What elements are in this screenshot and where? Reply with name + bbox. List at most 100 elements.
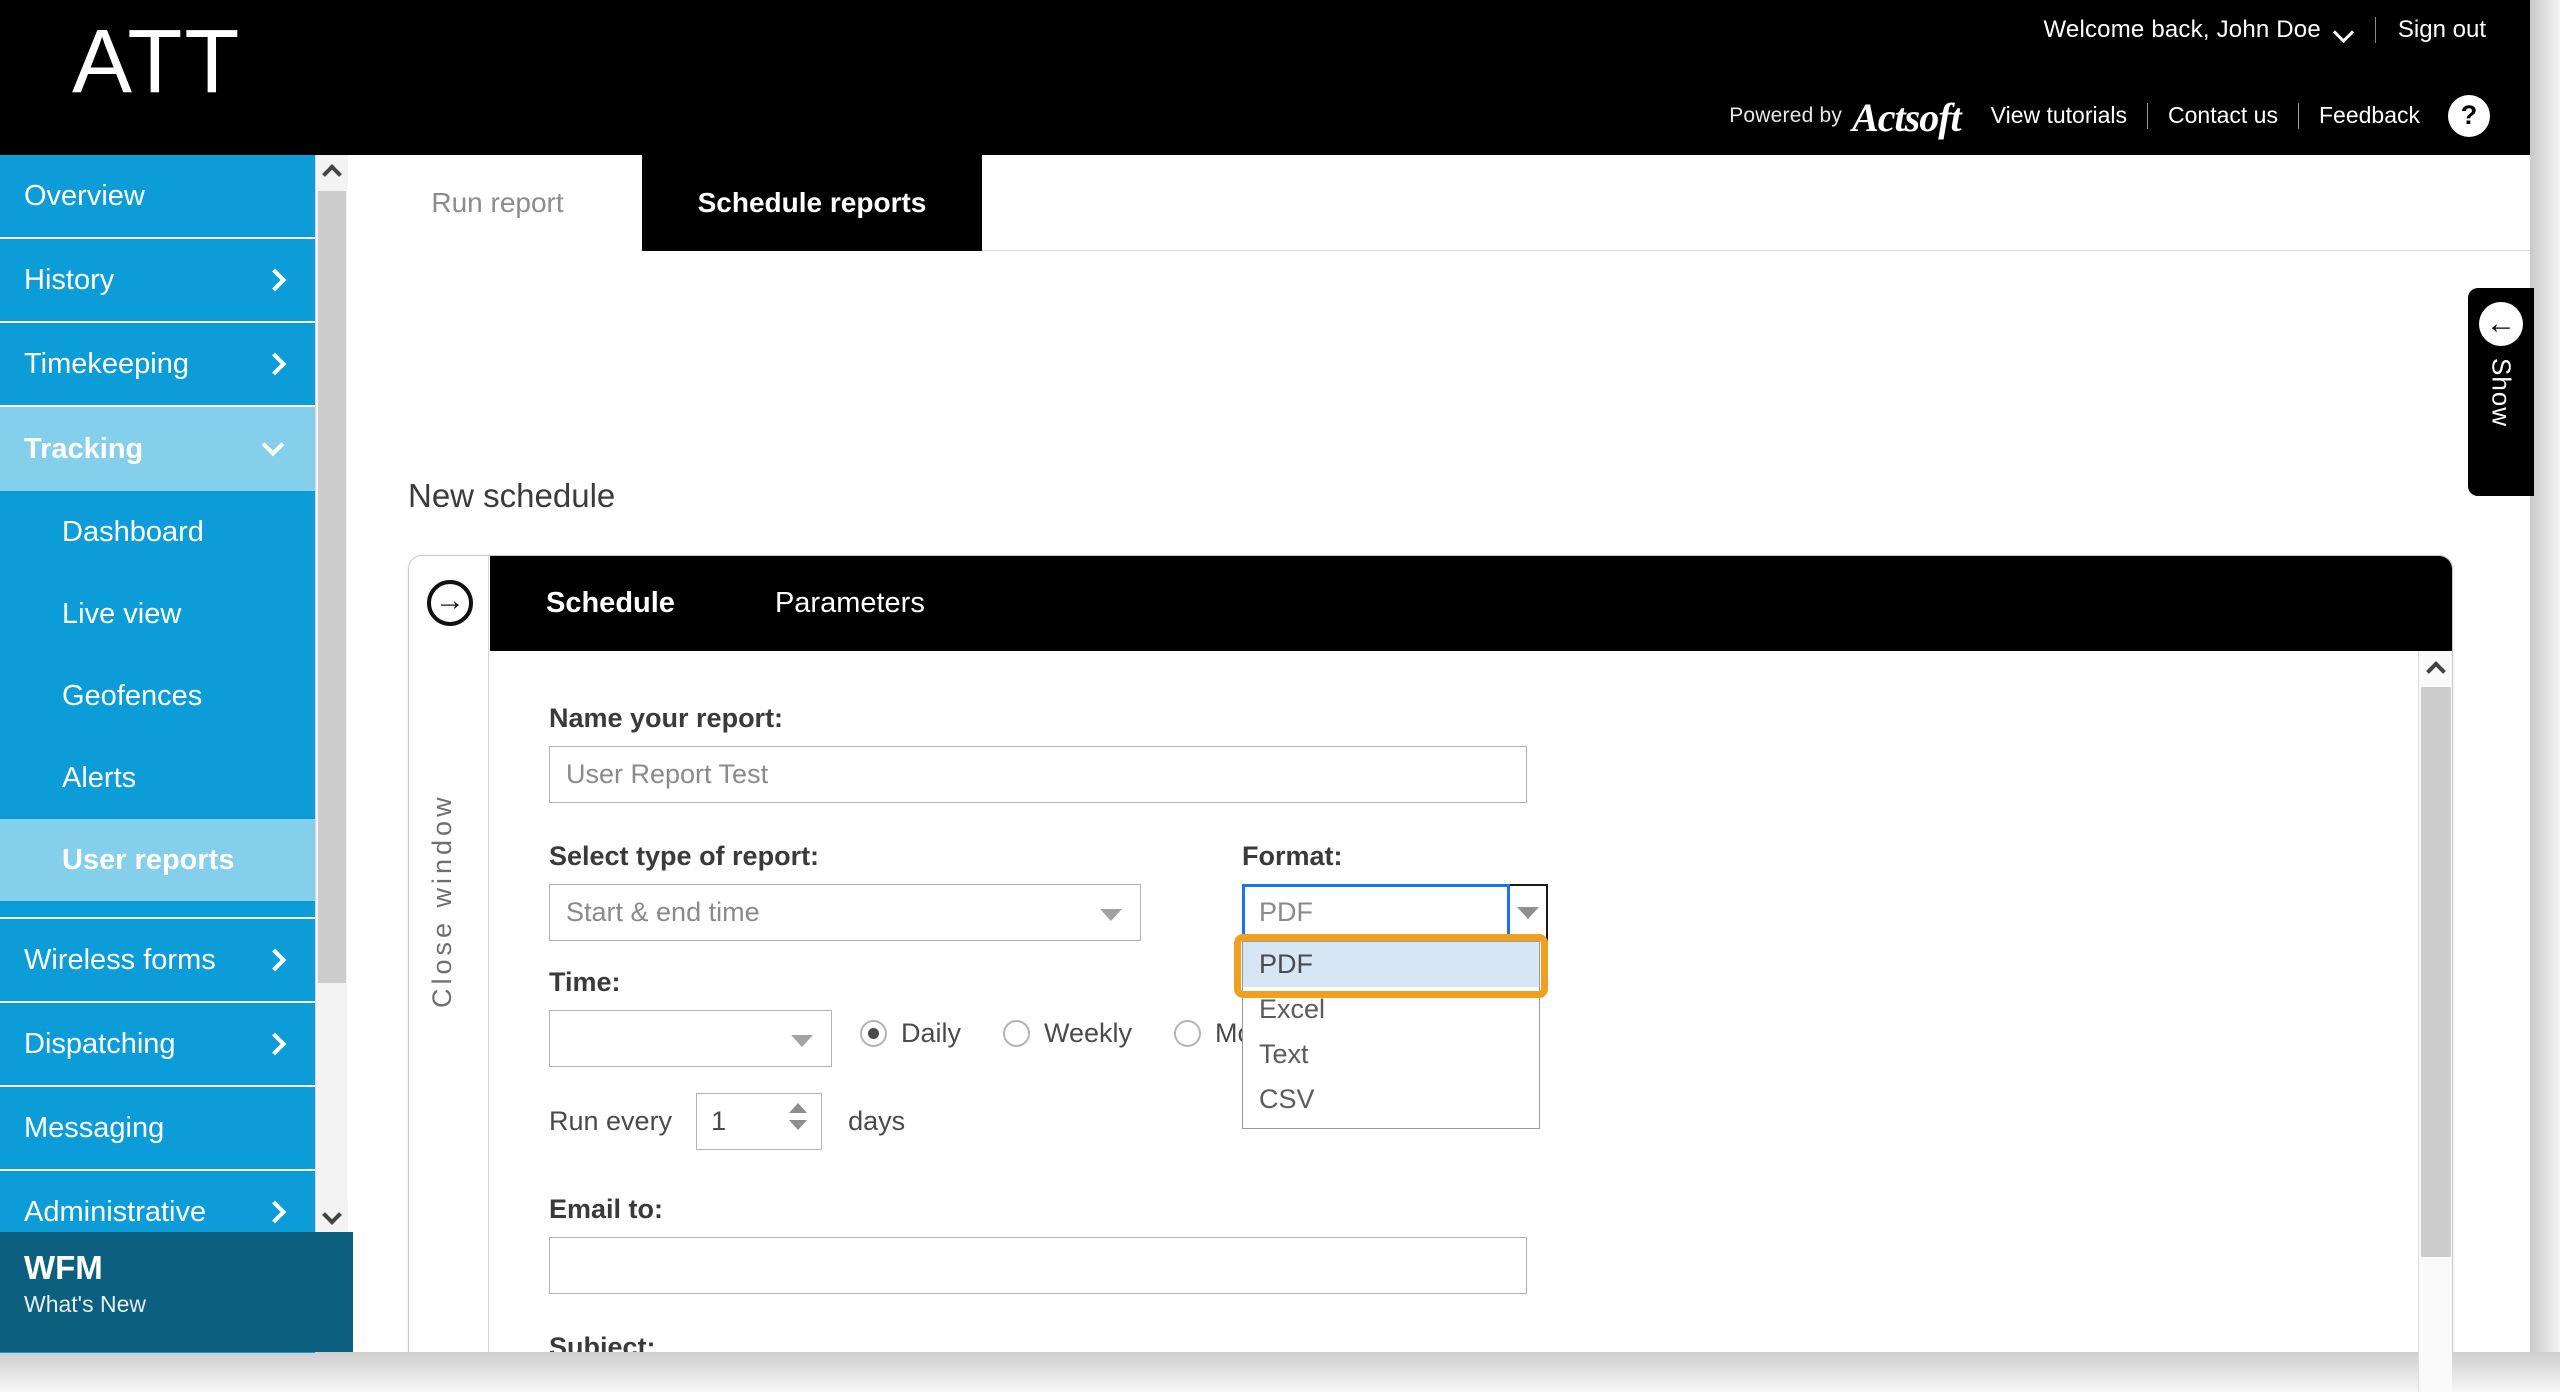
sidebar-item-geofences[interactable]: Geofences bbox=[0, 655, 315, 737]
page-scrollbar-right[interactable] bbox=[2530, 0, 2560, 1392]
format-option-text[interactable]: Text bbox=[1243, 1032, 1539, 1077]
chevron-down-icon bbox=[791, 1035, 813, 1047]
sidebar-item-timekeeping[interactable]: Timekeeping bbox=[0, 323, 315, 407]
format-selected-value[interactable]: PDF bbox=[1242, 884, 1510, 941]
sidebar-item-label: Dispatching bbox=[24, 1027, 176, 1060]
modal-tab-schedule[interactable]: Schedule bbox=[546, 587, 675, 620]
radio-weekly-label: Weekly bbox=[1044, 1018, 1133, 1048]
welcome-label[interactable]: Welcome back, John Doe bbox=[2043, 16, 2320, 44]
sidebar-item-label: Wireless forms bbox=[24, 943, 216, 976]
header-divider bbox=[2147, 102, 2149, 129]
field-format: Format: PDF PDF Excel Text CSV bbox=[1234, 841, 1548, 1129]
sidebar-item-label: Geofences bbox=[62, 679, 203, 712]
format-option-csv[interactable]: CSV bbox=[1243, 1077, 1539, 1122]
close-window-rail[interactable]: → Close window bbox=[409, 556, 489, 1392]
sign-out-link[interactable]: Sign out bbox=[2398, 16, 2486, 44]
schedule-form: Name your report: User Report Test Selec… bbox=[490, 651, 2410, 1392]
sidebar-item-messaging[interactable]: Messaging bbox=[0, 1087, 315, 1171]
sidebar-item-live-view[interactable]: Live view bbox=[0, 573, 315, 655]
radio-dot-icon bbox=[1174, 1020, 1202, 1047]
field-email-to: Email to: bbox=[549, 1194, 2410, 1294]
chevron-down-icon[interactable] bbox=[2335, 25, 2353, 35]
sidebar-item-label: History bbox=[24, 263, 115, 296]
sidebar-item-wireless-forms[interactable]: Wireless forms bbox=[0, 919, 315, 1003]
sidebar-group-spacer bbox=[0, 901, 315, 919]
report-type-select[interactable]: Start & end time bbox=[549, 884, 1141, 941]
show-panel-label: Show bbox=[2486, 358, 2517, 428]
header-divider bbox=[2374, 17, 2376, 43]
stepper-down-icon[interactable] bbox=[789, 1120, 808, 1130]
format-option-excel[interactable]: Excel bbox=[1243, 987, 1539, 1032]
sidebar-item-label: Timekeeping bbox=[24, 347, 189, 380]
run-every-label: Run every bbox=[549, 1106, 673, 1136]
chevron-right-icon bbox=[263, 948, 287, 972]
sidebar-item-label: Dashboard bbox=[62, 515, 204, 548]
radio-weekly[interactable]: Weekly bbox=[1003, 1018, 1132, 1049]
chevron-right-icon bbox=[263, 352, 287, 376]
modal-body: Name your report: User Report Test Selec… bbox=[490, 651, 2452, 1392]
chevron-down-icon bbox=[261, 433, 285, 457]
view-tutorials-link[interactable]: View tutorials bbox=[1991, 102, 2127, 129]
close-window-icon[interactable]: → bbox=[427, 580, 473, 626]
powered-by-label: Powered by bbox=[1729, 103, 1843, 127]
radio-dot-icon bbox=[1003, 1020, 1031, 1047]
time-select[interactable] bbox=[549, 1010, 832, 1067]
sidebar-item-label: Administrative bbox=[24, 1195, 207, 1228]
modal-scrollbar[interactable] bbox=[2418, 651, 2452, 1392]
email-to-input[interactable] bbox=[549, 1237, 1527, 1294]
report-name-input[interactable]: User Report Test bbox=[549, 746, 1527, 803]
tab-run-report[interactable]: Run report bbox=[353, 155, 642, 251]
format-dropdown-button[interactable] bbox=[1510, 884, 1548, 941]
modal-scroll-thumb[interactable] bbox=[2421, 687, 2451, 1257]
modal-tab-parameters[interactable]: Parameters bbox=[775, 587, 925, 620]
scroll-down-icon[interactable] bbox=[316, 1201, 348, 1233]
sidebar-scrollbar[interactable] bbox=[315, 155, 348, 1233]
format-options-list[interactable]: PDF Excel Text CSV bbox=[1242, 941, 1540, 1129]
radio-daily[interactable]: Daily bbox=[860, 1018, 961, 1049]
scroll-up-icon[interactable] bbox=[2419, 651, 2452, 685]
type-format-row: Select type of report: Start & end time … bbox=[549, 841, 2410, 1129]
report-name-label: Name your report: bbox=[549, 703, 784, 733]
sidebar-item-label: Tracking bbox=[24, 432, 144, 465]
report-tabbar: Run report Schedule reports bbox=[353, 155, 2530, 251]
sidebar-item-label: Overview bbox=[24, 179, 145, 212]
run-every-stepper[interactable]: 1 bbox=[696, 1093, 823, 1150]
contact-us-link[interactable]: Contact us bbox=[2168, 102, 2278, 129]
page-scrollbar-bottom[interactable] bbox=[0, 1352, 2560, 1392]
att-logo: ATT bbox=[72, 12, 242, 112]
radio-daily-label: Daily bbox=[901, 1018, 962, 1048]
stepper-arrows[interactable] bbox=[789, 1103, 808, 1130]
sidebar-item-dashboard[interactable]: Dashboard bbox=[0, 491, 315, 573]
field-report-name: Name your report: User Report Test bbox=[549, 703, 2410, 803]
modal-tabbar: Schedule Parameters bbox=[490, 556, 2452, 651]
stepper-up-icon[interactable] bbox=[789, 1103, 808, 1113]
report-type-label: Select type of report: bbox=[549, 841, 820, 871]
scroll-up-icon[interactable] bbox=[316, 155, 348, 187]
field-report-type: Select type of report: Start & end time bbox=[549, 841, 1242, 941]
sidebar-item-alerts[interactable]: Alerts bbox=[0, 737, 315, 819]
header-links-row: Powered by Actsoft View tutorials Contac… bbox=[1729, 92, 2490, 140]
wfm-whats-new-panel[interactable]: WFM What's New bbox=[0, 1232, 353, 1352]
format-option-pdf[interactable]: PDF bbox=[1243, 942, 1539, 987]
radio-dot-icon bbox=[860, 1020, 887, 1047]
page-title: New schedule bbox=[408, 477, 616, 514]
top-header: ATT Welcome back, John Doe Sign out Powe… bbox=[0, 0, 2530, 155]
show-panel-tab[interactable]: ← Show bbox=[2468, 288, 2534, 496]
sidebar-item-dispatching[interactable]: Dispatching bbox=[0, 1003, 315, 1087]
run-every-unit: days bbox=[848, 1106, 906, 1136]
sidebar-item-history[interactable]: History bbox=[0, 239, 315, 323]
help-icon[interactable]: ? bbox=[2448, 94, 2490, 137]
sidebar-item-label: Live view bbox=[62, 597, 182, 630]
sidebar-scroll-thumb[interactable] bbox=[318, 191, 346, 983]
sidebar-item-overview[interactable]: Overview bbox=[0, 155, 315, 239]
new-schedule-card: → Close window Schedule Parameters Name … bbox=[408, 555, 2453, 1392]
wfm-title: WFM bbox=[24, 1249, 103, 1286]
feedback-link[interactable]: Feedback bbox=[2319, 102, 2420, 129]
actsoft-logo: Actsoft bbox=[1852, 95, 1962, 140]
format-label: Format: bbox=[1242, 841, 1343, 871]
tab-schedule-reports[interactable]: Schedule reports bbox=[642, 155, 982, 251]
sidebar-item-tracking[interactable]: Tracking bbox=[0, 407, 315, 491]
sidebar-item-user-reports[interactable]: User reports bbox=[0, 819, 315, 901]
sidebar-item-label: User reports bbox=[62, 843, 235, 876]
chevron-down-icon bbox=[1517, 906, 1539, 919]
